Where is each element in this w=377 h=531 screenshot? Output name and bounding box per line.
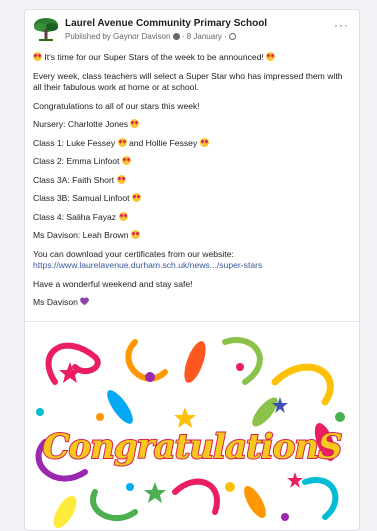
confetti-star (174, 407, 196, 428)
heart-eyes-emoji-icon (116, 174, 126, 184)
class3a-line: Class 3A: Faith Short (33, 174, 351, 187)
page-name-link[interactable]: Laurel Avenue Community Primary School (65, 18, 267, 29)
info-dot-icon (172, 33, 180, 40)
confetti-dot (96, 413, 104, 421)
confetti-leaf (244, 486, 266, 518)
download-line: You can download your certificates from … (33, 249, 351, 272)
class1-text: Class 1: Luke Fessey (33, 137, 116, 148)
tree-logo-icon[interactable] (33, 17, 59, 43)
nursery-line: Nursery: Charlotte Jones (33, 119, 351, 131)
class3a-text: Class 3A: Faith Short (33, 174, 115, 185)
heart-eyes-emoji-icon (118, 211, 128, 221)
post-date[interactable]: 8 January (187, 32, 222, 41)
heart-eyes-emoji-icon (199, 137, 209, 147)
class2-text: Class 2: Emma Linfoot (33, 156, 120, 166)
purple-heart-icon (80, 298, 89, 306)
globe-icon (228, 33, 236, 40)
post-body: It's time for our Super Stars of the wee… (25, 46, 359, 309)
class3b-text: Class 3B: Samual Linfoot (33, 193, 130, 203)
intro-line: It's time for our Super Stars of the wee… (33, 52, 351, 64)
download-text: You can download your certificates from … (33, 248, 234, 259)
ms-davison-text: Ms Davison: Leah Brown (33, 230, 129, 240)
congrats-text: Congratulations to all of our stars this… (33, 100, 200, 111)
confetti-dot (126, 483, 134, 491)
confetti-dot (335, 412, 345, 422)
class4-line: Class 4: Saliha Fayaz (33, 211, 351, 224)
ellipsis-icon[interactable]: ··· (334, 19, 349, 31)
confetti-swirl (125, 339, 168, 382)
confetti-leaf (53, 495, 77, 529)
ms-davison-line: Ms Davison: Leah Brown (33, 230, 351, 242)
confetti-star (144, 482, 166, 503)
confetti-swirl (271, 363, 334, 406)
confetti-dot (36, 408, 44, 416)
class2-line: Class 2: Emma Linfoot (33, 156, 351, 168)
heart-eyes-emoji-icon (121, 156, 131, 165)
heart-eyes-emoji-icon (130, 230, 140, 239)
explain-text: Every week, class teachers will select a… (33, 70, 343, 93)
confetti-leaf (252, 397, 278, 427)
confetti-leaf (184, 341, 206, 383)
confetti-dot (281, 513, 289, 521)
post-image[interactable]: CongratulationS (25, 321, 359, 530)
congratulations-graphic: CongratulationS (35, 337, 345, 529)
weekend-text: Have a wonderful weekend and stay safe! (33, 278, 193, 289)
intro-text: It's time for our Super Stars of the wee… (44, 52, 264, 62)
heart-eyes-emoji-icon (117, 137, 127, 147)
class4-text: Class 4: Saliha Fayaz (33, 211, 117, 222)
banner-text: CongratulationS (42, 427, 342, 467)
facebook-post-card: Laurel Avenue Community Primary School P… (24, 9, 360, 531)
confetti-swirl (90, 489, 138, 521)
confetti-swirl (302, 477, 339, 520)
heart-eyes-emoji-icon (131, 193, 141, 202)
signoff-line: Ms Davison (33, 297, 351, 309)
published-by[interactable]: Published by Gaynor Davison (65, 32, 170, 41)
confetti-dot (225, 482, 235, 492)
confetti-star (287, 472, 303, 488)
certificates-link[interactable]: https://www.laurelavenue.durham.sch.uk/n… (33, 260, 262, 270)
confetti-dot (236, 363, 244, 371)
heart-eyes-emoji-icon (130, 119, 140, 128)
confetti-star (59, 362, 81, 383)
heart-eyes-emoji-icon (266, 52, 276, 61)
class1-line: Class 1: Luke Fessey and Hollie Fessey (33, 137, 351, 150)
heart-eyes-emoji-icon (33, 52, 42, 61)
confetti-leaf (107, 390, 133, 424)
post-header: Laurel Avenue Community Primary School P… (25, 10, 359, 46)
post-meta: Published by Gaynor Davison · 8 January … (65, 32, 236, 41)
confetti-dot (145, 372, 155, 382)
class3b-line: Class 3B: Samual Linfoot (33, 193, 351, 205)
signoff-text: Ms Davison (33, 297, 78, 307)
confetti-swirl (222, 337, 263, 385)
nursery-text: Nursery: Charlotte Jones (33, 119, 129, 129)
confetti-swirl (172, 478, 220, 515)
class1-and-text: and Hollie Fessey (128, 137, 198, 148)
